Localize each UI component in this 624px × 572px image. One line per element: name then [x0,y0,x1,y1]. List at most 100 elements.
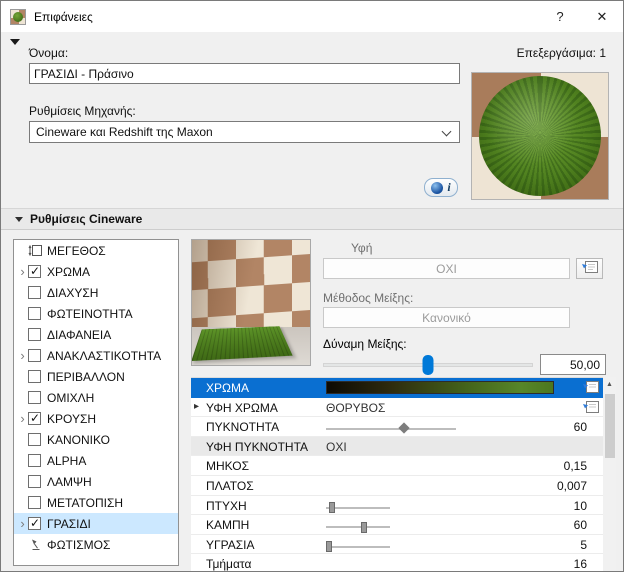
checkbox[interactable] [28,264,41,278]
mix-method-button[interactable]: Κανονικό [323,307,570,328]
texture-button[interactable]: ΟΧΙ [323,258,570,279]
checkbox[interactable] [28,433,41,446]
param-value: ΟΧΙ [326,439,347,454]
chevron-right-icon[interactable] [17,349,28,362]
param-value[interactable]: 60 [574,518,587,532]
engine-dropdown-value: Cineware και Redshift της Maxon [36,125,213,139]
texture-picker-button[interactable] [576,258,603,279]
channel-item-perivallon[interactable]: ΠΕΡΙΒΑΛΛΟΝ [14,366,178,387]
expand-icon[interactable] [194,401,204,412]
lamp-icon [28,538,43,552]
texture-button-icon[interactable] [582,380,600,395]
param-label: ΚΑΜΠΗ [206,518,250,533]
name-input[interactable] [29,63,460,84]
channel-item-diafaneia[interactable]: ΔΙΑΦΑΝΕΙΑ [14,324,178,345]
channel-label: ΜΕΓΕΘΟΣ [47,243,106,258]
param-row-texture-color[interactable]: ΥΦΗ ΧΡΩΜΑ ΘΟΡΥΒΟΣ [191,397,603,418]
cineware-section-header[interactable]: Ρυθμίσεις Cineware [1,208,623,230]
channel-item-metatopisi[interactable]: ΜΕΤΑΤΟΠΙΣΗ [14,492,178,513]
param-label: ΜΗΚΟΣ [206,459,250,474]
channel-label: ΑΝΑΚΛΑΣΤΙΚΟΤΗΤΑ [47,348,162,363]
humidity-slider[interactable] [326,541,390,553]
channel-item-omixli[interactable]: ΟΜΙΧΛΗ [14,387,178,408]
channel-item-alpha[interactable]: ALPHA [14,450,178,471]
vertical-scrollbar[interactable]: ▲ [603,377,616,571]
checkbox[interactable] [28,370,41,383]
mix-strength-value[interactable]: 50,00 [540,354,606,375]
engine-dropdown[interactable]: Cineware και Redshift της Maxon [29,121,460,143]
param-label: Τμήματα [206,557,252,572]
bend-slider[interactable] [326,521,390,533]
channel-item-grasidi[interactable]: ΓΡΑΣΙΔΙ [14,513,178,534]
param-row-texture-density[interactable]: ΥΦΗ ΠΥΚΝΟΤΗΤΑ ΟΧΙ [191,436,603,457]
scroll-up-icon[interactable]: ▲ [603,377,616,392]
chevron-right-icon[interactable] [17,265,28,278]
channel-label: ΠΕΡΙΒΑΛΛΟΝ [47,369,125,384]
param-value[interactable]: 10 [574,499,587,513]
bend-slider-handle[interactable] [361,521,368,533]
collapse-arrow-icon[interactable] [10,39,20,45]
channel-item-lampsi[interactable]: ΛΑΜΨΗ [14,471,178,492]
cinema4d-icon [431,181,444,194]
channel-item-foteinotita[interactable]: ΦΩΤΕΙΝΟΤΗΤΑ [14,303,178,324]
fold-slider[interactable] [326,502,390,514]
info-label: i [447,180,451,194]
param-value[interactable]: 16 [574,557,587,571]
humidity-slider-handle[interactable] [326,541,333,553]
chevron-right-icon[interactable] [17,412,28,425]
engine-settings-label: Ρυθμίσεις Μηχανής: [29,104,136,118]
cineware-section-title: Ρυθμίσεις Cineware [30,212,143,226]
mix-strength-slider[interactable] [323,354,533,376]
param-row-length[interactable]: ΜΗΚΟΣ 0,15 [191,456,603,476]
checkbox[interactable] [28,328,41,341]
surface-material-icon [10,8,26,25]
channel-item-krousi[interactable]: ΚΡΟΥΣΗ [14,408,178,429]
scrollbar-thumb[interactable] [604,394,615,458]
texture-button-icon[interactable] [582,400,600,415]
param-row-fold[interactable]: ΠΤΥΧΗ 10 [191,495,603,516]
channel-preview [191,239,311,366]
param-label: ΧΡΩΜΑ [206,381,249,395]
density-slider[interactable] [326,422,456,434]
param-value[interactable]: 0,15 [564,459,587,473]
channel-item-kanoniko[interactable]: ΚΑΝΟΝΙΚΟ [14,429,178,450]
mix-method-label: Μέθοδος Μείξης: [323,291,414,305]
param-value[interactable]: 60 [574,420,587,434]
checkbox[interactable] [28,516,41,530]
param-row-bend[interactable]: ΚΑΜΠΗ 60 [191,515,603,535]
checkbox[interactable] [28,475,41,488]
fold-slider-handle[interactable] [329,502,336,514]
title-bar[interactable]: Επιφάνειες ? ✕ [1,1,623,32]
param-value[interactable]: 0,007 [557,479,587,493]
param-value[interactable]: 5 [580,538,587,552]
param-label: ΠΛΑΤΟΣ [206,478,254,493]
checkbox[interactable] [28,391,41,404]
param-label: ΠΤΥΧΗ [206,498,247,513]
channel-item-megethos[interactable]: ΜΕΓΕΘΟΣ [14,240,178,261]
checkbox[interactable] [28,307,41,320]
param-row-color[interactable]: ΧΡΩΜΑ [191,378,603,398]
param-row-segments[interactable]: Τμήματα 16 [191,554,603,572]
density-slider-handle[interactable] [398,422,410,434]
slider-thumb[interactable] [422,355,434,375]
channel-label: ΓΡΑΣΙΔΙ [47,516,91,531]
checkbox[interactable] [28,286,41,299]
param-row-density[interactable]: ΠΥΚΝΟΤΗΤΑ 60 [191,417,603,437]
channel-item-anaklastikotita[interactable]: ΑΝΑΚΛΑΣΤΙΚΟΤΗΤΑ [14,345,178,366]
checkbox[interactable] [28,496,41,509]
size-icon [28,244,43,258]
channel-item-diaxysi[interactable]: ΔΙΑΧΥΣΗ [14,282,178,303]
help-button[interactable]: ? [539,1,581,32]
channel-item-fotismos[interactable]: ΦΩΤΙΣΜΟΣ [14,534,178,555]
param-row-humidity[interactable]: ΥΓΡΑΣΙΑ 5 [191,534,603,555]
checkbox[interactable] [28,454,41,467]
cineware-info-button[interactable]: i [424,178,458,197]
channel-item-xroma[interactable]: ΧΡΩΜΑ [14,261,178,282]
checkbox[interactable] [28,349,41,362]
close-button[interactable]: ✕ [581,1,623,32]
dialog-title: Επιφάνειες [34,9,93,24]
checkbox[interactable] [28,411,41,425]
material-preview [471,72,609,200]
chevron-right-icon[interactable] [17,517,28,530]
param-row-width[interactable]: ΠΛΑΤΟΣ 0,007 [191,475,603,496]
